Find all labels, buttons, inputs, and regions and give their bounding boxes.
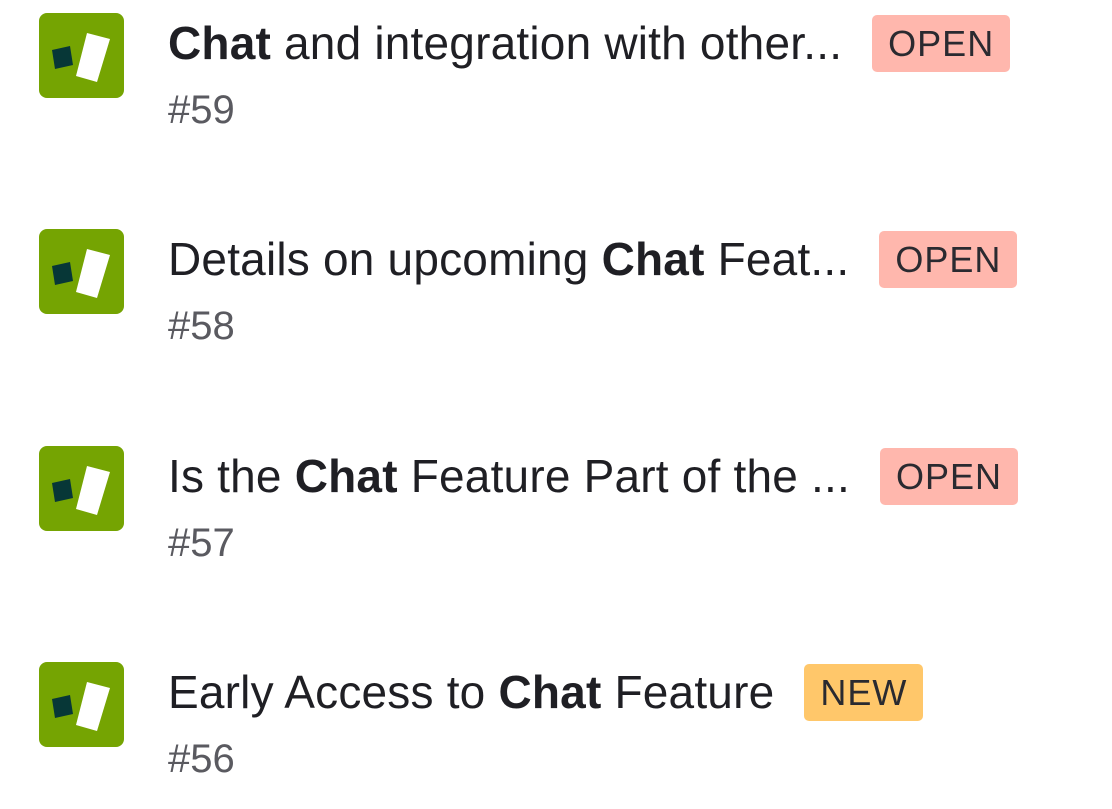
app-logo-icon bbox=[39, 13, 124, 98]
highlighted-match: Chat bbox=[601, 233, 705, 285]
app-logo-icon bbox=[39, 662, 124, 747]
highlighted-match: Chat bbox=[498, 666, 602, 718]
status-badge: OPEN bbox=[879, 447, 1018, 505]
title-row: Details on upcoming Chat Feat... OPEN bbox=[168, 224, 1018, 294]
app-logo-icon bbox=[39, 446, 124, 531]
item-number: #56 bbox=[168, 737, 235, 781]
item-title[interactable]: Chat and integration with other... bbox=[168, 16, 842, 70]
highlighted-match: Chat bbox=[168, 17, 272, 69]
item-number: #59 bbox=[168, 88, 235, 132]
search-results-list: Chat and integration with other... OPEN … bbox=[0, 0, 1112, 784]
status-badge: NEW bbox=[804, 663, 924, 721]
item-title[interactable]: Is the Chat Feature Part of the ... bbox=[168, 449, 850, 503]
list-item[interactable]: Details on upcoming Chat Feat... OPEN #5… bbox=[0, 216, 1112, 376]
status-badge: OPEN bbox=[872, 14, 1011, 72]
title-row: Early Access to Chat Feature NEW bbox=[168, 657, 924, 727]
title-row: Is the Chat Feature Part of the ... OPEN bbox=[168, 441, 1018, 511]
item-title[interactable]: Details on upcoming Chat Feat... bbox=[168, 232, 849, 286]
item-number: #58 bbox=[168, 304, 235, 348]
list-item[interactable]: Early Access to Chat Feature NEW #56 bbox=[0, 649, 1112, 809]
list-item[interactable]: Chat and integration with other... OPEN … bbox=[0, 0, 1112, 160]
title-row: Chat and integration with other... OPEN bbox=[168, 8, 1011, 78]
item-title[interactable]: Early Access to Chat Feature bbox=[168, 665, 774, 719]
status-badge: OPEN bbox=[879, 230, 1018, 288]
item-number: #57 bbox=[168, 521, 235, 565]
highlighted-match: Chat bbox=[294, 450, 398, 502]
list-item[interactable]: Is the Chat Feature Part of the ... OPEN… bbox=[0, 433, 1112, 593]
app-logo-icon bbox=[39, 229, 124, 314]
